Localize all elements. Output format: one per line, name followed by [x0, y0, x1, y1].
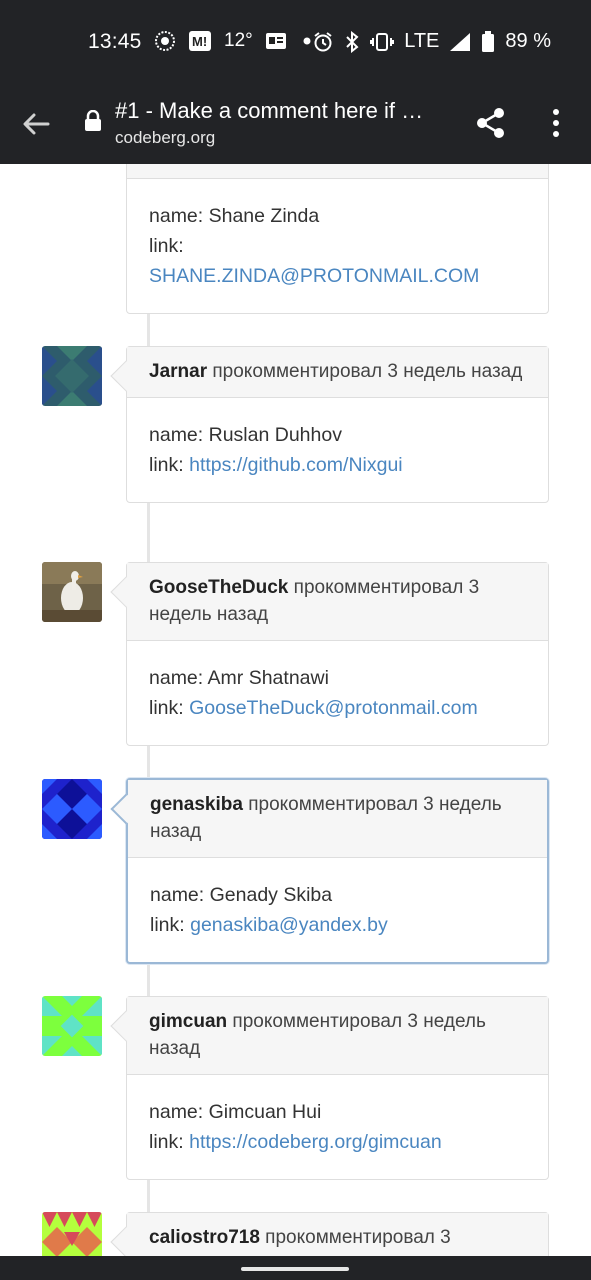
comment-author[interactable]: gimcuan	[149, 1011, 227, 1032]
comment-header: caliostro718 прокомментировал 3	[127, 1213, 548, 1256]
notification-icons: M! 12°	[154, 30, 315, 52]
avatar[interactable]	[42, 1212, 102, 1256]
comment-body: name: Gimcuan Hui link: https://codeberg…	[127, 1075, 548, 1179]
comment-timeline: name: Shane Zinda link: SHANE.ZINDA@PROT…	[0, 164, 591, 1256]
comment-link-label: link:	[149, 454, 190, 476]
more-vert-icon[interactable]	[544, 106, 568, 140]
m-app-icon: M!	[188, 30, 212, 52]
comment-meta: прокомментировал 3 недель назад	[207, 361, 523, 382]
system-icons: LTE 89 %	[312, 30, 551, 53]
gesture-nav-bar	[0, 1256, 591, 1280]
comment-header: genaskiba прокомментировал 3 недель наза…	[128, 780, 547, 858]
comment-header: gimcuan прокомментировал 3 недель назад	[127, 997, 548, 1075]
comment-link-label: link:	[149, 1131, 190, 1153]
comment-card: gimcuan прокомментировал 3 недель назад …	[110, 996, 549, 1180]
browser-toolbar: #1 - Make a comment here if … codeberg.o…	[0, 86, 591, 164]
comment-header	[127, 164, 548, 179]
back-arrow-icon[interactable]	[18, 106, 54, 142]
home-handle[interactable]	[241, 1267, 349, 1271]
clock: 13:45	[88, 30, 142, 53]
comment-meta: прокомментировал 3	[259, 1227, 451, 1248]
comment-name-line: name: Gimcuan Hui	[149, 1101, 322, 1123]
comment-header: Jarnar прокомментировал 3 недель назад	[127, 347, 548, 398]
comment-card: GooseTheDuck прокомментировал 3 недель н…	[110, 562, 549, 746]
comment-card: Jarnar прокомментировал 3 недель назад n…	[110, 346, 549, 503]
page-url[interactable]: codeberg.org	[115, 128, 215, 148]
avatar[interactable]	[42, 779, 102, 839]
avatar[interactable]	[42, 562, 102, 622]
comment-name-line: name: Ruslan Duhhov	[149, 424, 342, 446]
avatar[interactable]	[42, 346, 102, 406]
comment-link-label: link:	[149, 697, 190, 719]
avatar[interactable]	[42, 996, 102, 1056]
comment-author[interactable]: genaskiba	[150, 794, 243, 815]
page-title[interactable]: #1 - Make a comment here if …	[115, 98, 450, 124]
comment-body: name: Shane Zinda link: SHANE.ZINDA@PROT…	[127, 179, 548, 313]
comment-header: GooseTheDuck прокомментировал 3 недель н…	[127, 563, 548, 641]
comment-name-line: name: Shane Zinda	[149, 205, 320, 227]
status-bar: 13:45 M! 12° LTE 89 %	[0, 0, 591, 86]
battery-icon	[481, 30, 495, 53]
comment-name-line: name: Genady Skiba	[150, 884, 333, 906]
vibrate-icon	[370, 31, 395, 53]
comment-link[interactable]: https://github.com/Nixgui	[189, 454, 403, 476]
network-label: LTE	[404, 30, 440, 52]
signal-icon	[449, 32, 471, 52]
svg-text:M!: M!	[192, 34, 207, 49]
comment-card: name: Shane Zinda link: SHANE.ZINDA@PROT…	[126, 164, 549, 314]
share-icon[interactable]	[474, 106, 508, 140]
comment-card: caliostro718 прокомментировал 3	[110, 1212, 549, 1256]
comment-body: name: Amr Shatnawi link: GooseTheDuck@pr…	[127, 641, 548, 745]
comment-author[interactable]: Jarnar	[149, 361, 207, 382]
comment-link[interactable]: GooseTheDuck@protonmail.com	[189, 697, 478, 719]
comment-name-line: name: Amr Shatnawi	[149, 667, 329, 689]
comment-link[interactable]: genaskiba@yandex.by	[190, 914, 388, 936]
comment-author[interactable]: caliostro718	[149, 1227, 260, 1248]
comment-link-label: link:	[149, 235, 184, 257]
comment-card-active: genaskiba прокомментировал 3 недель наза…	[110, 778, 549, 964]
settings-icon	[154, 30, 176, 52]
comment-author[interactable]: GooseTheDuck	[149, 577, 288, 598]
comment-body: name: Ruslan Duhhov link: https://github…	[127, 398, 548, 502]
battery-level: 89 %	[505, 30, 551, 52]
comment-body: name: Genady Skiba link: genaskiba@yande…	[128, 858, 547, 962]
lock-icon[interactable]	[84, 109, 102, 132]
bluetooth-icon	[344, 30, 360, 53]
comment-link[interactable]: SHANE.ZINDA@PROTONMAIL.COM	[149, 265, 479, 287]
alarm-icon	[312, 31, 334, 53]
comment-link-label: link:	[150, 914, 191, 936]
news-icon	[265, 32, 287, 50]
comment-link[interactable]: https://codeberg.org/gimcuan	[189, 1131, 442, 1153]
weather-icon: 12°	[224, 30, 253, 51]
